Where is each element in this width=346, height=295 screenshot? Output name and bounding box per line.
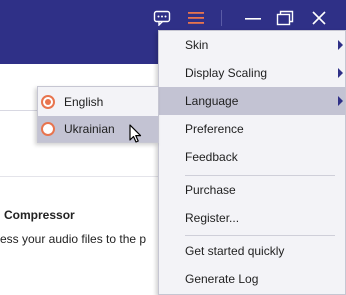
restore-icon[interactable]	[275, 8, 295, 28]
radio-selected-icon	[41, 95, 55, 109]
menu-icon[interactable]	[186, 8, 206, 28]
submenu-arrow-icon	[338, 68, 343, 78]
menu-separator	[185, 235, 335, 236]
menu-item-label: Purchase	[185, 183, 236, 197]
menu-item-label: Language	[185, 94, 239, 108]
menu-item-label: Skin	[185, 38, 209, 52]
menu-item-feedback[interactable]: Feedback	[159, 143, 345, 171]
language-option-english[interactable]: English	[38, 89, 158, 115]
menu-item-display-scaling[interactable]: Display Scaling	[159, 59, 345, 87]
menu-item-label: Preference	[185, 122, 244, 136]
menu-item-skin[interactable]: Skin	[159, 31, 345, 59]
radio-unselected-icon	[41, 122, 55, 136]
menu-item-label: Register...	[185, 211, 240, 225]
menu-item-label: Get started quickly	[185, 244, 285, 258]
menu-item-preference[interactable]: Preference	[159, 115, 345, 143]
close-icon[interactable]	[309, 8, 329, 28]
mouse-cursor-icon	[129, 124, 142, 143]
menu-item-label: Display Scaling	[185, 66, 268, 80]
main-menu: Skin Display Scaling Language Preference…	[158, 30, 346, 295]
minimize-icon[interactable]	[243, 8, 263, 28]
chat-icon[interactable]	[152, 8, 172, 28]
menu-item-generate-log[interactable]: Generate Log	[159, 265, 345, 293]
titlebar-separator	[221, 10, 222, 26]
menu-item-label: Generate Log	[185, 272, 259, 286]
language-option-label: Ukrainian	[64, 122, 115, 136]
language-option-label: English	[64, 95, 104, 109]
menu-item-register[interactable]: Register...	[159, 204, 345, 232]
menu-item-purchase[interactable]: Purchase	[159, 176, 345, 204]
tool-title: Compressor	[4, 208, 75, 222]
tool-description: ess your audio files to the p	[0, 232, 147, 246]
menu-item-get-started[interactable]: Get started quickly	[159, 237, 345, 265]
submenu-arrow-icon	[338, 40, 343, 50]
content-divider	[0, 176, 160, 177]
submenu-arrow-icon	[338, 96, 343, 106]
menu-item-language[interactable]: Language	[159, 87, 345, 115]
menu-item-label: Feedback	[185, 150, 238, 164]
